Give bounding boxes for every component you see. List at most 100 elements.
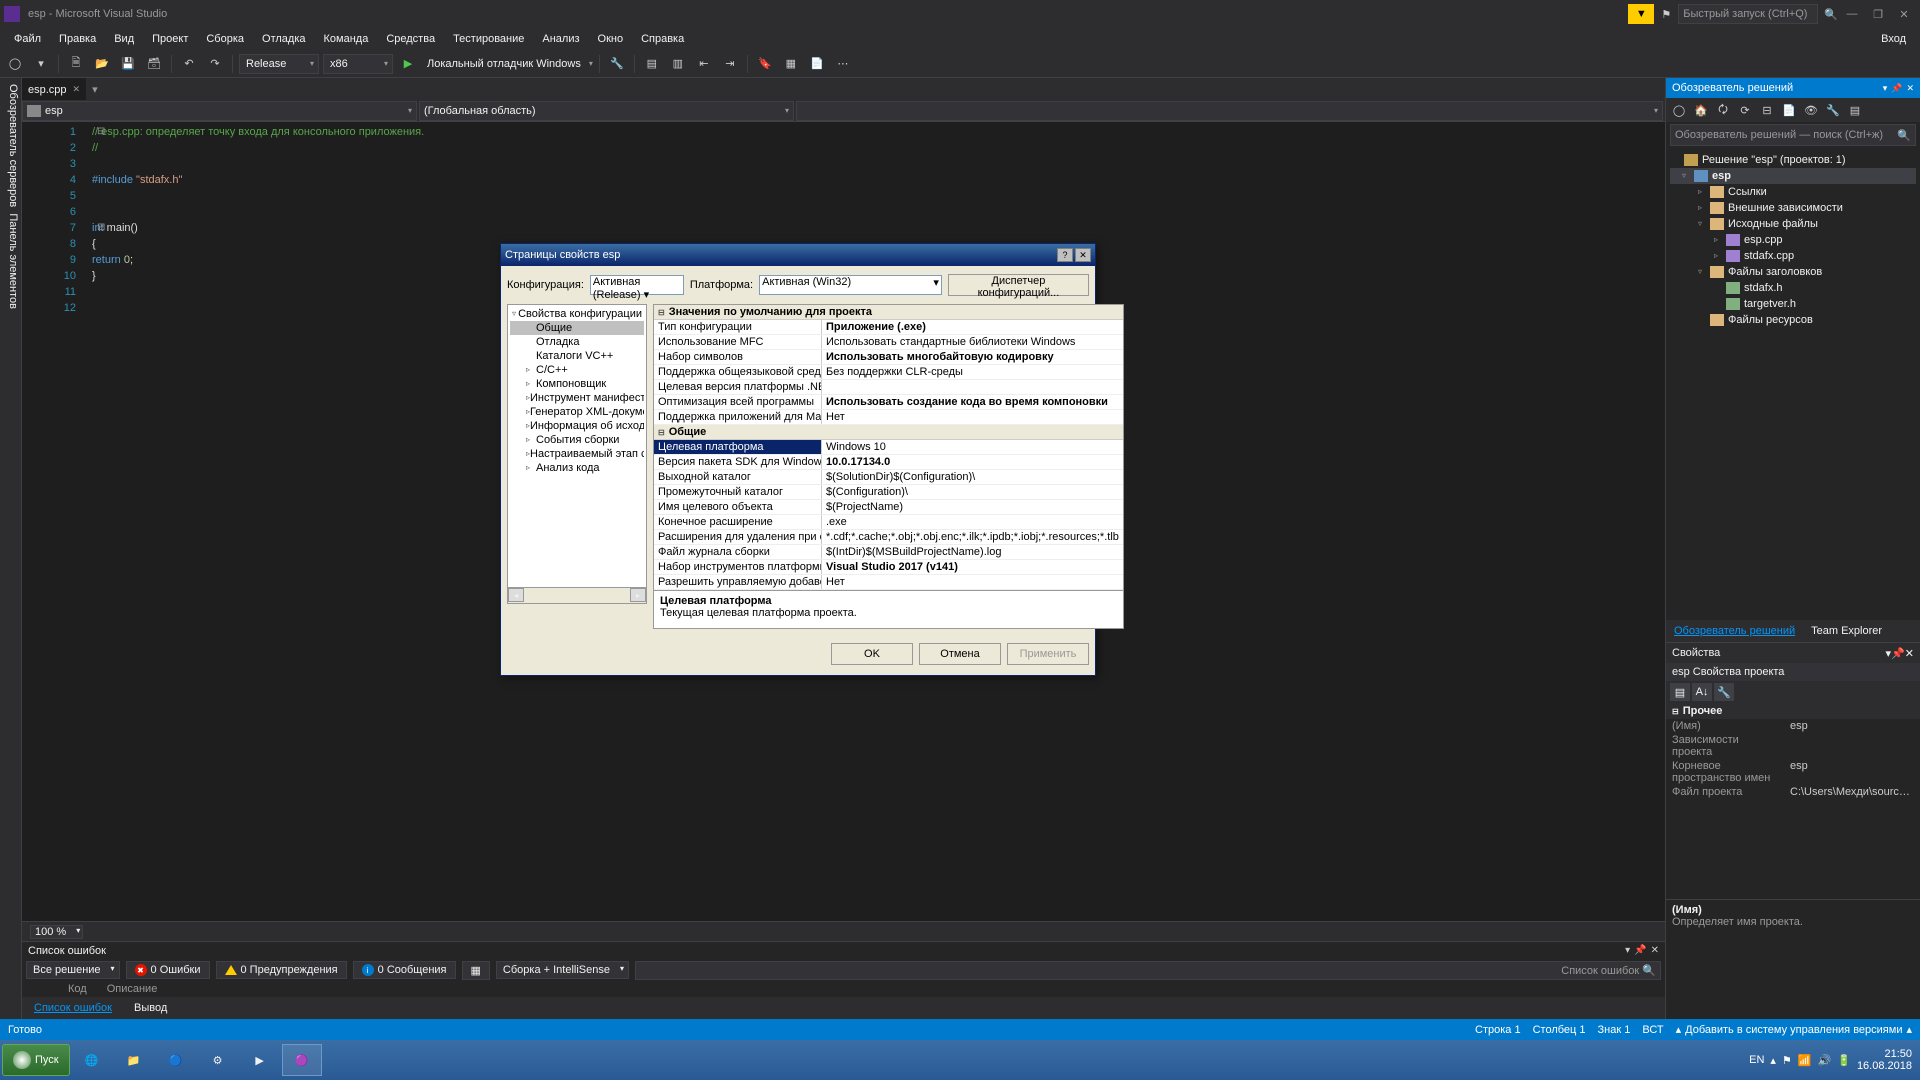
dialog-config-combo[interactable]: Активная (Release) ▾ <box>590 275 684 295</box>
save-button[interactable]: 💾 <box>117 53 139 75</box>
taskbar-ie-icon[interactable]: 🌐 <box>72 1044 112 1076</box>
start-button[interactable]: Пуск <box>2 1044 70 1076</box>
panel-options-icon[interactable]: ▾ <box>1625 945 1630 956</box>
taskbar-explorer-icon[interactable]: 📁 <box>114 1044 154 1076</box>
tree-item[interactable]: ▹События сборки <box>510 433 644 447</box>
outdent-icon[interactable]: ⇤ <box>693 53 715 75</box>
props-category[interactable]: ⊟Прочее <box>1666 703 1920 719</box>
show-all-icon[interactable]: 📄 <box>1780 101 1798 119</box>
panel-pin-icon[interactable]: 📌 <box>1891 83 1902 94</box>
tab-error-list[interactable]: Список ошибок <box>28 1000 118 1016</box>
menu-file[interactable]: Файл <box>6 31 49 47</box>
menu-tools[interactable]: Средства <box>378 31 443 47</box>
taskbar-vs-icon[interactable]: 🟣 <box>282 1044 322 1076</box>
menu-analyze[interactable]: Анализ <box>534 31 587 47</box>
menu-project[interactable]: Проект <box>144 31 196 47</box>
tree-item[interactable]: ▿Свойства конфигурации <box>510 307 644 321</box>
quick-launch-input[interactable]: Быстрый запуск (Ctrl+Q) <box>1678 4 1818 24</box>
grid-row[interactable]: Поддержка общеязыковой среды выполненияБ… <box>654 365 1123 380</box>
tray-volume-icon[interactable]: 🔊 <box>1818 1054 1832 1067</box>
tab-solution-explorer[interactable]: Обозреватель решений <box>1666 623 1803 639</box>
tree-item[interactable]: ▹Генератор XML-документов <box>510 405 644 419</box>
grid-row[interactable]: Целевая версия платформы .NET Framework <box>654 380 1123 395</box>
grid-row[interactable]: Использование MFCИспользовать стандартны… <box>654 335 1123 350</box>
notification-icon[interactable]: ▼ <box>1628 4 1654 24</box>
collapse-icon[interactable]: ⊟ <box>1758 101 1776 119</box>
grid-category[interactable]: ⊟Значения по умолчанию для проекта <box>654 305 1123 320</box>
property-row[interactable]: Файл проектаC:\Users\Mехди\source\repos\… <box>1666 785 1920 799</box>
grid-row[interactable]: Выходной каталог$(SolutionDir)$(Configur… <box>654 470 1123 485</box>
props-pages-icon[interactable]: 🔧 <box>1714 683 1734 701</box>
build-filter-combo[interactable]: Сборка + IntelliSense <box>496 961 629 979</box>
more-icon[interactable]: ⋯ <box>832 53 854 75</box>
menu-window[interactable]: Окно <box>590 31 632 47</box>
grid-row[interactable]: Целевая платформаWindows 10 <box>654 440 1123 455</box>
tree-item[interactable]: ▹Настраиваемый этап сборки <box>510 447 644 461</box>
preview-icon[interactable]: ▤ <box>1846 101 1864 119</box>
panel-pin-icon[interactable]: 📌 <box>1634 945 1646 956</box>
scope-combo[interactable]: esp <box>22 101 417 121</box>
error-filter-combo[interactable]: Все решение <box>26 961 120 979</box>
dialog-tree[interactable]: ▿Свойства конфигурацииОбщиеОтладкаКатало… <box>507 304 647 588</box>
close-button[interactable]: ✕ <box>1892 4 1916 24</box>
uncomment-icon[interactable]: ▥ <box>667 53 689 75</box>
menu-view[interactable]: Вид <box>106 31 142 47</box>
new-tab-button[interactable]: ▾ <box>86 78 104 100</box>
tray-network-icon[interactable]: 📶 <box>1798 1054 1812 1067</box>
maximize-button[interactable]: ❐ <box>1866 4 1890 24</box>
error-search-input[interactable]: Список ошибок 🔍 <box>635 961 1661 980</box>
nav-back-button[interactable]: ◯ <box>4 53 26 75</box>
grid-row[interactable]: Поддержка приложений для Магазина Window… <box>654 410 1123 425</box>
property-row[interactable]: Зависимости проекта <box>1666 733 1920 759</box>
search-icon[interactable]: 🔍 <box>1824 8 1838 21</box>
config-combo[interactable]: Release <box>239 54 319 74</box>
tool-icon[interactable]: 🔧 <box>606 53 628 75</box>
panel-close-icon[interactable]: ✕ <box>1651 945 1659 956</box>
tree-item[interactable]: Отладка <box>510 335 644 349</box>
tray-battery-icon[interactable]: 🔋 <box>1837 1054 1851 1067</box>
solution-tree[interactable]: Решение "esp" (проектов: 1) ▿esp ▹Ссылки… <box>1666 148 1920 620</box>
grid-row[interactable]: Расширения для удаления при очистке*.cdf… <box>654 530 1123 545</box>
alpha-icon[interactable]: A↓ <box>1692 683 1712 701</box>
signin-button[interactable]: Вход <box>1873 31 1914 47</box>
home-icon[interactable]: 🏠 <box>1692 101 1710 119</box>
menu-team[interactable]: Команда <box>316 31 377 47</box>
tree-item[interactable]: Общие <box>510 321 644 335</box>
taskbar-clock[interactable]: 21:5016.08.2018 <box>1857 1048 1912 1072</box>
taskbar-media-icon[interactable]: ▶ <box>240 1044 280 1076</box>
play-icon[interactable]: ▶ <box>397 53 419 75</box>
dialog-titlebar[interactable]: Страницы свойств esp ? ✕ <box>501 244 1095 266</box>
feedback-flag-icon[interactable]: ⚑ <box>1656 4 1676 24</box>
sidebar-server-explorer[interactable]: Обозреватель серверов Панель элементов <box>0 78 22 1019</box>
dialog-platform-combo[interactable]: Активная (Win32) ▾ <box>759 275 942 295</box>
open-file-button[interactable]: 📂 <box>91 53 113 75</box>
tree-item[interactable]: ▹Информация об исходном коде <box>510 419 644 433</box>
apply-button[interactable]: Применить <box>1007 643 1089 665</box>
save-all-button[interactable]: 🗃 <box>143 53 165 75</box>
refresh-icon[interactable]: ⟳ <box>1736 101 1754 119</box>
grid-row[interactable]: Разрешить управляемую добавочную сборкуН… <box>654 575 1123 590</box>
menu-build[interactable]: Сборка <box>198 31 252 47</box>
property-row[interactable]: Корневое пространство именesp <box>1666 759 1920 785</box>
bookmark-icon[interactable]: 🔖 <box>754 53 776 75</box>
config-manager-button[interactable]: Диспетчер конфигураций... <box>948 274 1089 296</box>
solution-search-input[interactable]: Обозреватель решений — поиск (Ctrl+ж)🔍 <box>1670 124 1916 146</box>
nav-fwd-button[interactable]: ▾ <box>30 53 52 75</box>
dialog-close-button[interactable]: ✕ <box>1075 248 1091 262</box>
grid-row[interactable]: Версия пакета SDK для Windows10.0.17134.… <box>654 455 1123 470</box>
debug-target[interactable]: Локальный отладчик Windows <box>423 58 585 70</box>
redo-button[interactable]: ↷ <box>204 53 226 75</box>
menu-edit[interactable]: Правка <box>51 31 104 47</box>
tab-output[interactable]: Вывод <box>128 1000 173 1016</box>
menu-help[interactable]: Справка <box>633 31 692 47</box>
menu-debug[interactable]: Отладка <box>254 31 313 47</box>
dialog-property-grid[interactable]: ⊟Значения по умолчанию для проектаТип ко… <box>653 304 1124 591</box>
view-icon[interactable]: 👁 <box>1802 101 1820 119</box>
minimize-button[interactable]: — <box>1840 4 1864 24</box>
tree-item[interactable]: ▹Инструмент манифеста <box>510 391 644 405</box>
undo-button[interactable]: ↶ <box>178 53 200 75</box>
close-tab-icon[interactable]: ✕ <box>73 84 81 95</box>
back-icon[interactable]: ◯ <box>1670 101 1688 119</box>
tab-esp-cpp[interactable]: esp.cpp✕ <box>22 78 86 100</box>
zoom-combo[interactable]: 100 % <box>30 925 83 939</box>
